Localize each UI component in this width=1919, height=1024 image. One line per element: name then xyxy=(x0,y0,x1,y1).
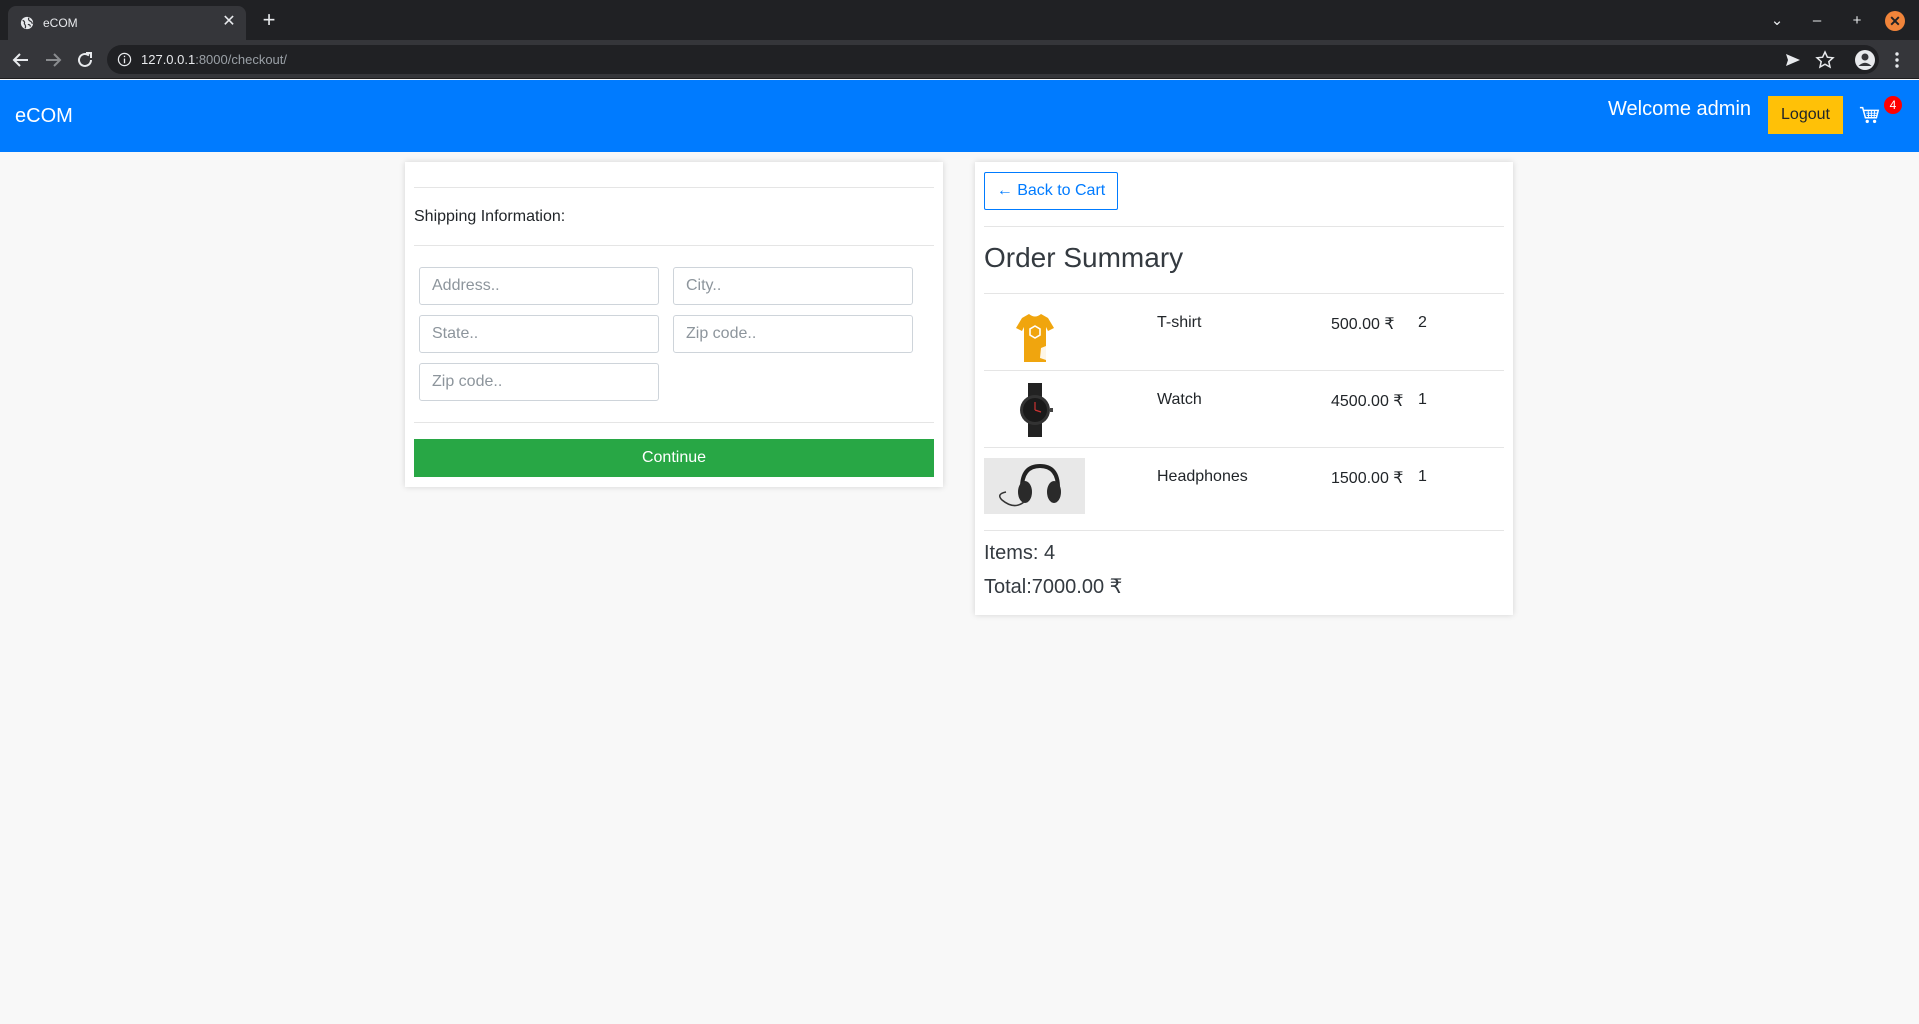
window-close-icon[interactable]: ✕ xyxy=(1885,11,1905,31)
watch-image xyxy=(1020,383,1053,437)
zipcode-input[interactable] xyxy=(673,315,913,353)
divider xyxy=(414,422,934,423)
item-quantity: 2 xyxy=(1418,314,1427,331)
order-item-row: Watch 4500.00 ₹ 1 xyxy=(984,370,1504,447)
tab-title: eCOM xyxy=(43,16,78,30)
browser-tab[interactable]: eCOM ✕ xyxy=(8,6,246,40)
tab-search-icon[interactable]: ⌄ xyxy=(1766,10,1788,32)
continue-button[interactable]: Continue xyxy=(414,439,934,477)
browser-tabstrip: eCOM ✕ + ⌄ – + ✕ xyxy=(0,0,1919,40)
item-quantity: 1 xyxy=(1418,391,1427,408)
divider xyxy=(414,245,934,246)
tab-close-icon[interactable]: ✕ xyxy=(220,13,238,31)
shipping-form-box: Shipping Information: Continue xyxy=(405,162,943,487)
order-item-row: Headphones 1500.00 ₹ 1 xyxy=(984,447,1504,524)
send-icon[interactable] xyxy=(1781,48,1805,72)
menu-dots-icon[interactable] xyxy=(1885,48,1909,72)
minimize-icon[interactable]: – xyxy=(1806,10,1828,32)
url-text: 127.0.0.1:8000/checkout/ xyxy=(141,52,287,67)
item-name: Headphones xyxy=(1157,468,1248,485)
divider xyxy=(984,226,1504,227)
back-to-cart-button[interactable]: ← Back to Cart xyxy=(984,172,1118,210)
item-price: 4500.00 ₹ xyxy=(1331,393,1404,410)
address-bar[interactable]: 127.0.0.1:8000/checkout/ xyxy=(107,45,1879,74)
divider xyxy=(414,187,934,188)
item-price: 1500.00 ₹ xyxy=(1331,470,1404,487)
info-icon[interactable] xyxy=(117,52,132,67)
url-host: 127.0.0.1 xyxy=(141,52,196,67)
url-path: :8000/checkout/ xyxy=(195,52,288,67)
tshirt-image xyxy=(1016,314,1054,362)
shipping-title: Shipping Information: xyxy=(414,208,566,225)
bookmark-star-icon[interactable] xyxy=(1813,48,1837,72)
site-navbar: eCOM Welcome admin Logout 4 xyxy=(0,80,1919,152)
order-summary-title: Order Summary xyxy=(984,242,1184,273)
state-input[interactable] xyxy=(419,315,659,353)
divider xyxy=(984,530,1504,531)
logout-button[interactable]: Logout xyxy=(1768,96,1843,134)
headphones-image xyxy=(984,458,1085,514)
address-input[interactable] xyxy=(419,267,659,305)
cart-icon[interactable] xyxy=(1859,104,1881,126)
welcome-text: Welcome admin xyxy=(1608,98,1752,120)
item-name: T-shirt xyxy=(1157,314,1202,331)
forward-arrow-icon[interactable] xyxy=(41,48,65,72)
reload-icon[interactable] xyxy=(73,48,97,72)
profile-icon[interactable] xyxy=(1853,48,1877,72)
browser-toolbar: 127.0.0.1:8000/checkout/ xyxy=(0,40,1919,79)
order-summary-box: ← Back to Cart Order Summary T-shirt 500… xyxy=(975,162,1513,615)
city-input[interactable] xyxy=(673,267,913,305)
item-price: 500.00 ₹ xyxy=(1331,316,1395,333)
globe-icon xyxy=(20,16,34,30)
order-total: Total:7000.00 ₹ xyxy=(984,576,1123,598)
order-item-row: T-shirt 500.00 ₹ 2 xyxy=(984,293,1504,370)
new-tab-icon[interactable]: + xyxy=(258,9,280,32)
cart-count-badge: 4 xyxy=(1884,96,1902,114)
back-arrow-icon[interactable] xyxy=(9,48,33,72)
zipcode-input-2[interactable] xyxy=(419,363,659,401)
items-count: Items: 4 xyxy=(984,542,1056,564)
maximize-icon[interactable]: + xyxy=(1846,10,1868,32)
brand-logo[interactable]: eCOM xyxy=(15,105,73,128)
item-quantity: 1 xyxy=(1418,468,1427,485)
item-name: Watch xyxy=(1157,391,1202,408)
